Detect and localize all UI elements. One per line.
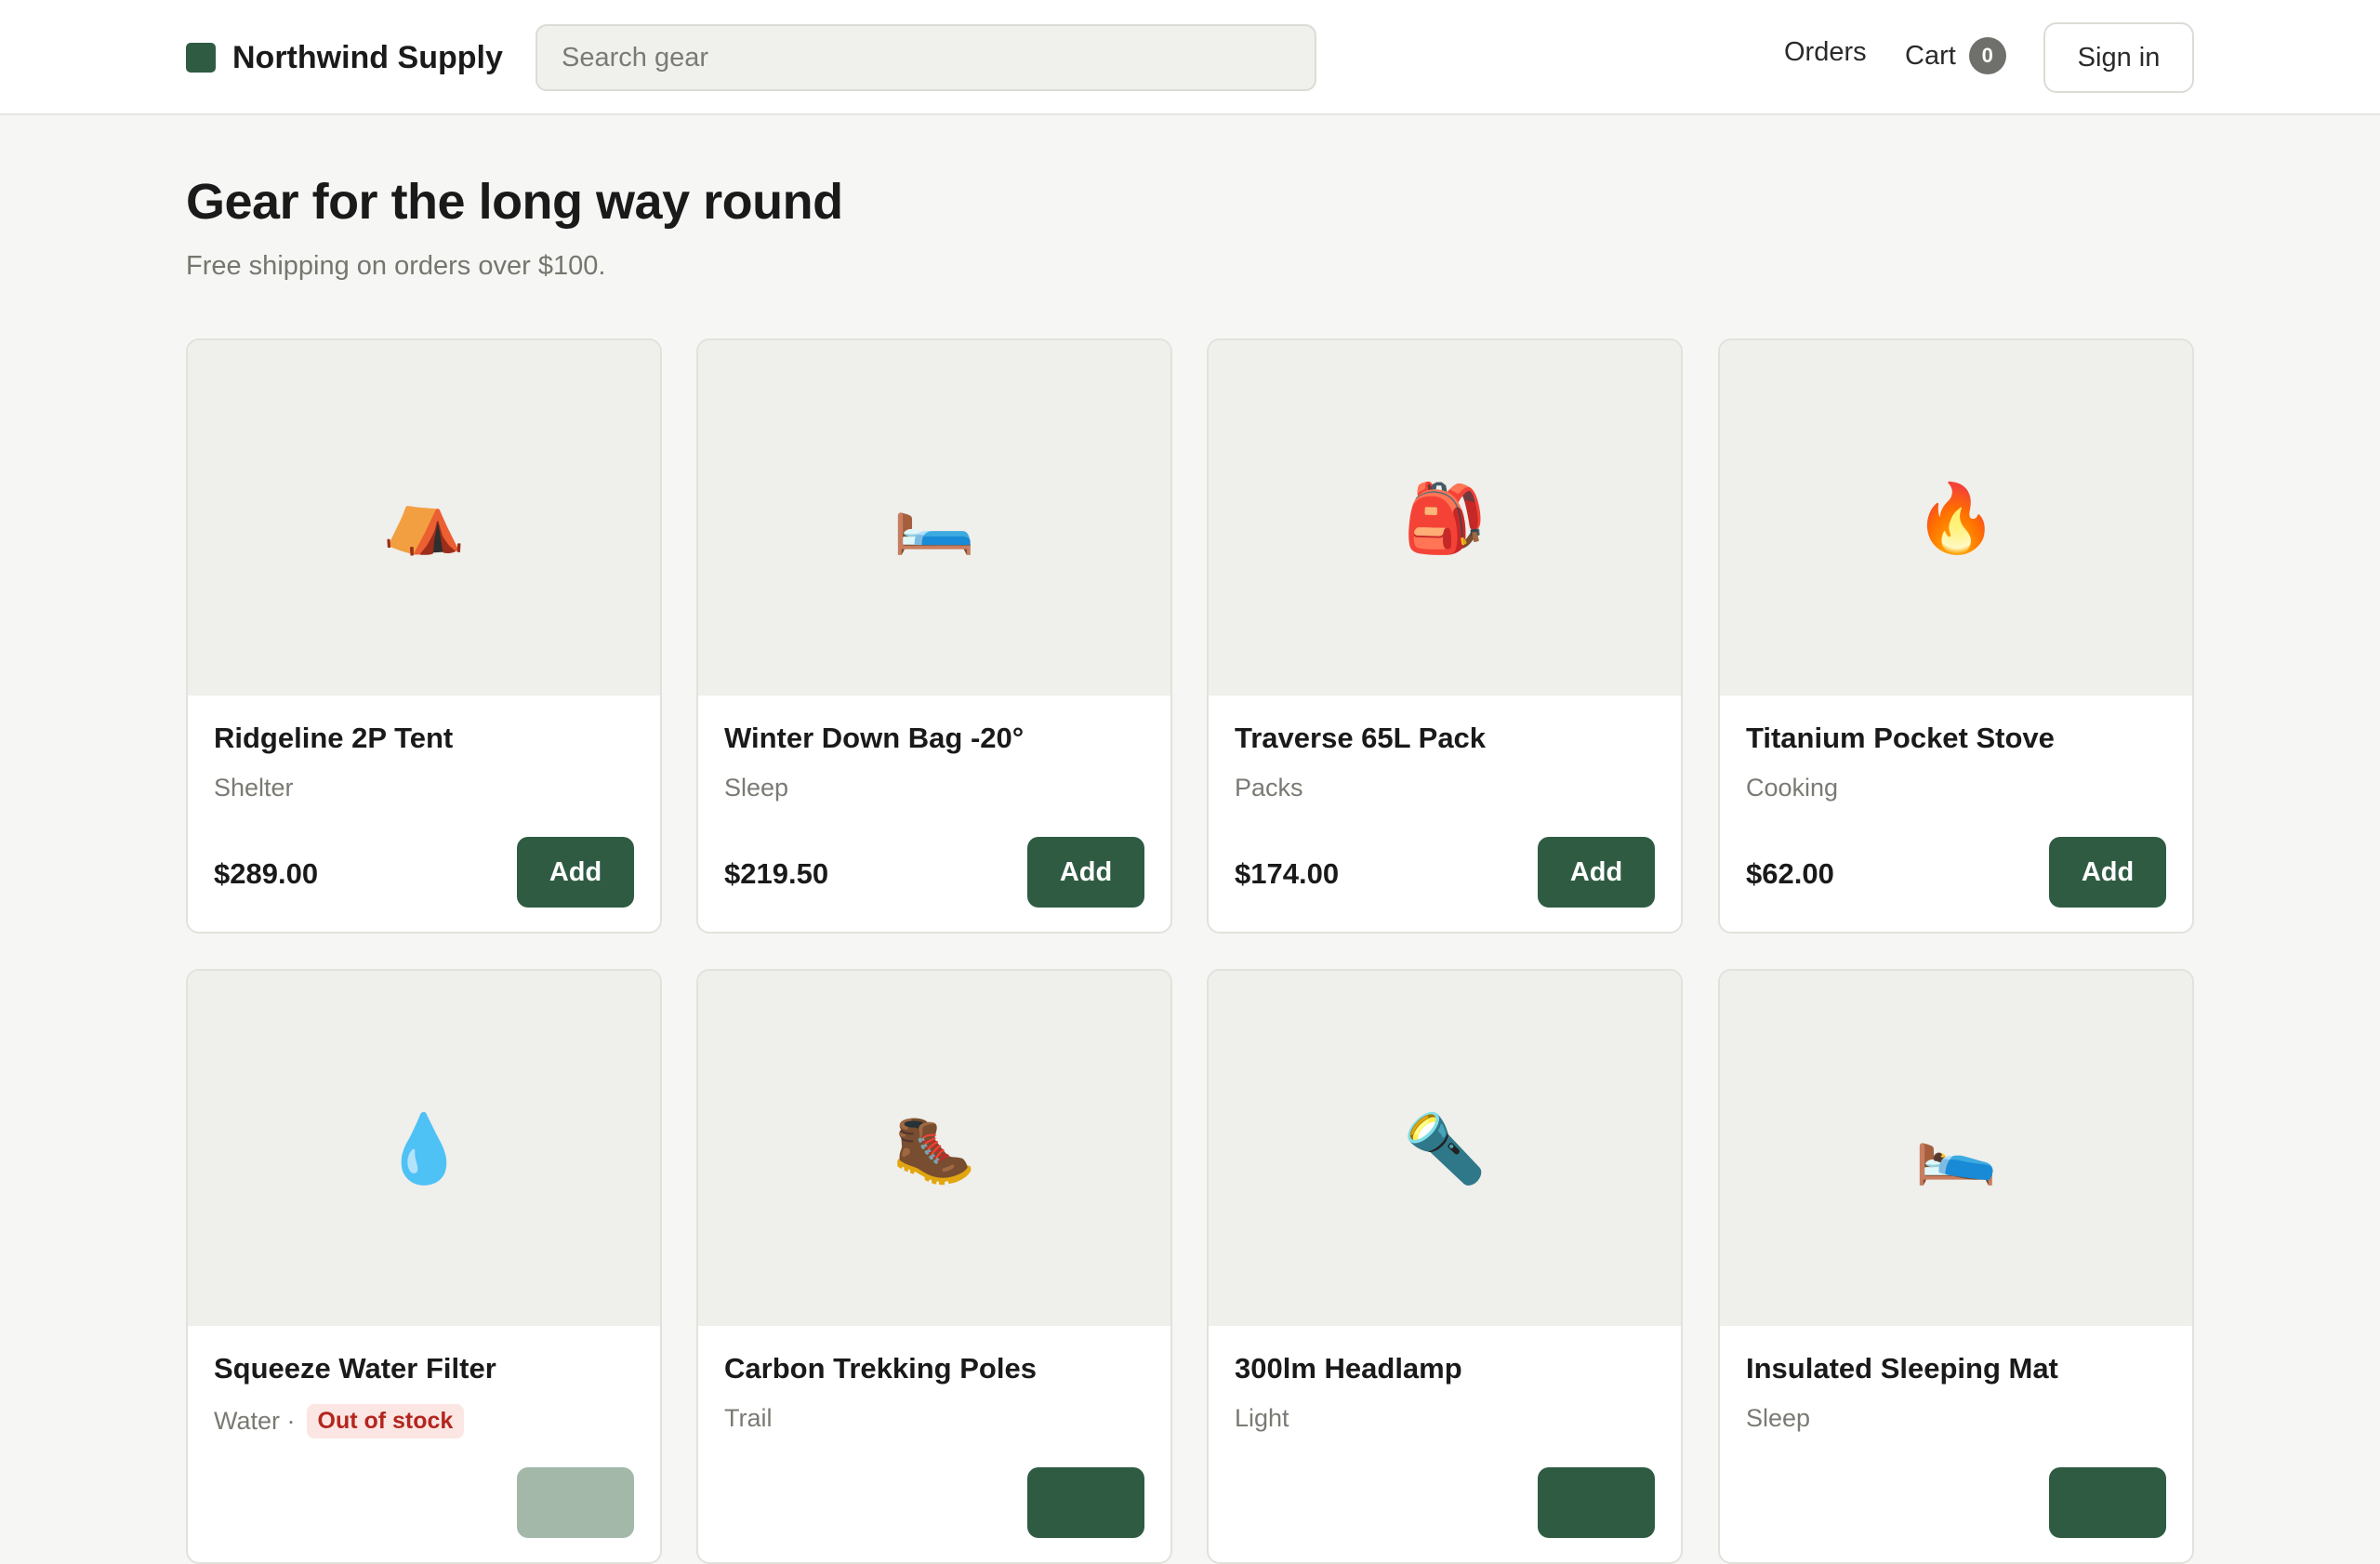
product-card[interactable]: 🔦 300lm Headlamp Light: [1207, 969, 1683, 1564]
product-price: $219.50: [724, 857, 829, 890]
brand-name: Northwind Supply: [232, 39, 503, 75]
product-meta: Water · Out of stock: [214, 1404, 465, 1438]
product-image: 🔥: [1720, 340, 2192, 696]
product-name[interactable]: 300lm Headlamp: [1235, 1352, 1462, 1385]
brand[interactable]: Northwind Supply: [186, 39, 503, 75]
product-meta: Sleep: [1746, 1404, 1810, 1433]
product-image: 🔦: [1209, 971, 1681, 1326]
product-category: Packs: [1235, 774, 1303, 802]
product-meta: Light: [1235, 1404, 1289, 1433]
product-category: Light: [1235, 1404, 1289, 1432]
nav-cart-link[interactable]: Cart 0: [1905, 37, 2006, 74]
product-card[interactable]: 🔥 Titanium Pocket Stove Cooking $62.00 A…: [1718, 338, 2194, 934]
product-meta: Shelter: [214, 774, 294, 802]
product-image: 💧: [188, 971, 660, 1326]
cart-count-badge: 0: [1968, 37, 2006, 74]
add-to-cart-button[interactable]: Add: [2049, 837, 2166, 908]
product-name[interactable]: Insulated Sleeping Mat: [1746, 1352, 2058, 1385]
add-to-cart-button[interactable]: Add: [1538, 837, 1655, 908]
product-image: ⛺: [188, 340, 660, 696]
nav-orders-link[interactable]: Orders: [1784, 37, 1867, 68]
product-meta: Sleep: [724, 774, 788, 802]
flashlight-icon: 🔦: [1403, 1108, 1487, 1187]
product-image: 🎒: [1209, 340, 1681, 696]
cart-label: Cart: [1905, 40, 1956, 71]
product-name[interactable]: Winter Down Bag -20°: [724, 722, 1024, 755]
product-price: $174.00: [1235, 857, 1340, 890]
search-input[interactable]: [536, 24, 1316, 91]
product-category: Sleep: [724, 774, 789, 802]
product-name[interactable]: Titanium Pocket Stove: [1746, 722, 2055, 755]
product-image: 🥾: [698, 971, 1170, 1326]
backpack-icon: 🎒: [1403, 478, 1487, 557]
product-card[interactable]: 🎒 Traverse 65L Pack Packs $174.00 Add: [1207, 338, 1683, 934]
product-card[interactable]: ⛺ Ridgeline 2P Tent Shelter $289.00 Add: [186, 338, 662, 934]
product-category: Water ·: [214, 1407, 296, 1435]
top-header: Northwind Supply Orders Cart 0 Sign in: [0, 0, 2380, 115]
sign-in-button[interactable]: Sign in: [2043, 22, 2194, 93]
product-category: Trail: [724, 1404, 773, 1432]
fire-icon: 🔥: [1914, 478, 1998, 557]
add-to-cart-button-disabled: [517, 1467, 634, 1538]
add-to-cart-button[interactable]: [1027, 1467, 1144, 1538]
product-category: Shelter: [214, 774, 294, 802]
add-to-cart-button[interactable]: Add: [517, 837, 634, 908]
product-price: $62.00: [1746, 857, 1834, 890]
product-name[interactable]: Carbon Trekking Poles: [724, 1352, 1037, 1385]
product-meta: Cooking: [1746, 774, 1838, 802]
add-to-cart-button[interactable]: Add: [1027, 837, 1144, 908]
add-to-cart-button[interactable]: [1538, 1467, 1655, 1538]
add-to-cart-button[interactable]: [2049, 1467, 2166, 1538]
page-subtitle: Free shipping on orders over $100.: [186, 251, 606, 281]
product-card[interactable]: 🛏️ Winter Down Bag -20° Sleep $219.50 Ad…: [696, 338, 1172, 934]
droplet-icon: 💧: [382, 1108, 466, 1187]
product-name[interactable]: Squeeze Water Filter: [214, 1352, 496, 1385]
product-name[interactable]: Ridgeline 2P Tent: [214, 722, 453, 755]
product-card[interactable]: 🥾 Carbon Trekking Poles Trail: [696, 969, 1172, 1564]
product-price: $289.00: [214, 857, 319, 890]
product-card[interactable]: 💧 Squeeze Water Filter Water · Out of st…: [186, 969, 662, 1564]
product-category: Cooking: [1746, 774, 1839, 802]
hiking-boot-icon: 🥾: [892, 1108, 976, 1187]
product-name[interactable]: Traverse 65L Pack: [1235, 722, 1486, 755]
product-card[interactable]: 🛌 Insulated Sleeping Mat Sleep: [1718, 969, 2194, 1564]
product-meta: Trail: [724, 1404, 773, 1433]
out-of-stock-badge: Out of stock: [306, 1404, 465, 1438]
brand-logo-icon: [186, 43, 216, 73]
product-image: 🛌: [1720, 971, 2192, 1326]
product-image: 🛏️: [698, 340, 1170, 696]
bed-icon: 🛏️: [892, 478, 976, 557]
sleeping-mat-icon: 🛌: [1914, 1108, 1998, 1187]
page-title: Gear for the long way round: [186, 174, 843, 230]
tent-icon: ⛺: [382, 478, 466, 557]
product-category: Sleep: [1746, 1404, 1811, 1432]
product-meta: Packs: [1235, 774, 1303, 802]
